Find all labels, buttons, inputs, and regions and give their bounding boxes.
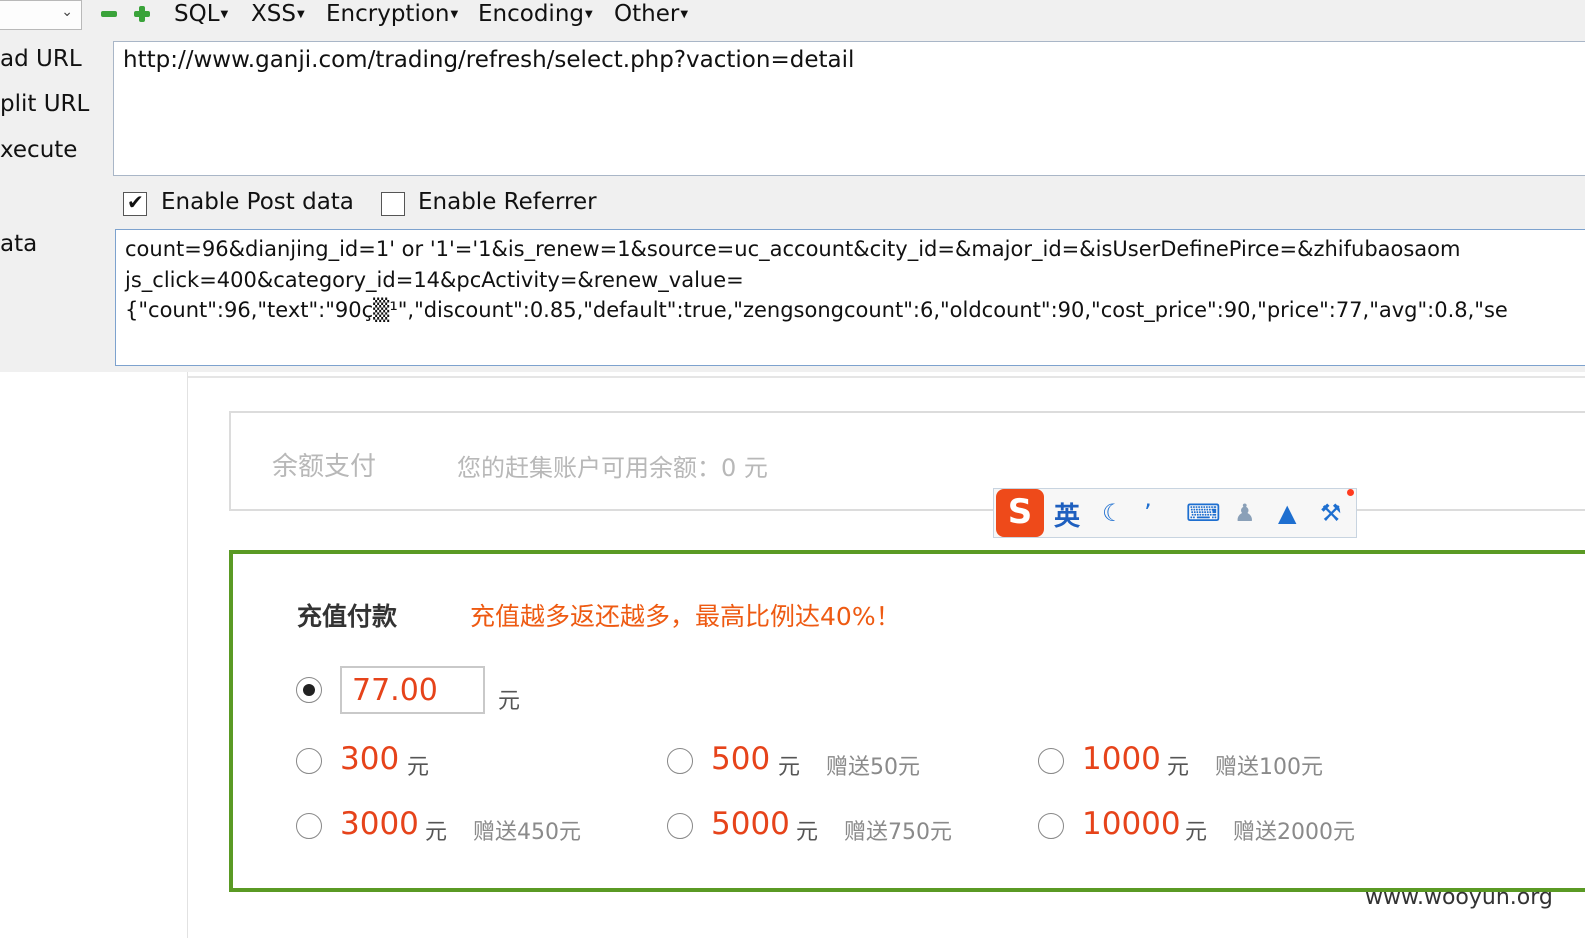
custom-amount-radio[interactable]: [296, 677, 322, 703]
menu-xss-label: XSS: [251, 1, 296, 27]
amount-bonus: 赠送100元: [1215, 755, 1323, 780]
menu-encryption-label: Encryption: [326, 1, 450, 27]
recharge-title: 充值付款: [297, 602, 398, 631]
amount-value: 1000: [1082, 741, 1161, 777]
enable-post-label: Enable Post data: [161, 189, 354, 215]
dropdown-arrow-icon: ▼: [585, 8, 593, 20]
url-value: http://www.ganji.com/trading/refresh/sel…: [123, 47, 855, 73]
menu-encoding-label: Encoding: [478, 1, 584, 27]
sogou-logo-icon: S: [996, 489, 1044, 537]
balance-pay-section[interactable]: [229, 411, 1585, 511]
amount-value: 500: [711, 741, 771, 777]
custom-amount-input[interactable]: 77.00: [340, 666, 485, 714]
menu-encoding[interactable]: Encoding▼: [478, 0, 593, 28]
recharge-promo: 充值越多返还越多，最高比例达40%！: [470, 602, 901, 631]
dropdown-arrow-icon: ▼: [450, 8, 459, 20]
split-url-button[interactable]: plit URL: [0, 91, 89, 117]
post-data-textarea[interactable]: count=96&dianjing_id=1' or '1'='1&is_ren…: [115, 229, 1585, 366]
dropdown-arrow-icon: ▼: [296, 8, 305, 20]
amount-radio-1000[interactable]: [1038, 748, 1064, 774]
post-data-line: count=96&dianjing_id=1' or '1'='1&is_ren…: [125, 237, 1461, 261]
post-data-line: {"count":96,"text":"90ç▒¹","discount":0.…: [125, 298, 1508, 322]
amount-value: 10000: [1082, 806, 1181, 842]
checkmark-icon: ✔: [127, 190, 144, 214]
amount-unit: 元: [407, 755, 430, 780]
amount-bonus: 赠送2000元: [1233, 820, 1355, 845]
amount-value: 300: [340, 741, 400, 777]
execute-button[interactable]: xecute: [0, 137, 77, 163]
amount-radio-3000[interactable]: [296, 813, 322, 839]
decrease-icon[interactable]: [100, 5, 118, 23]
menu-sql-label: SQL: [174, 1, 220, 27]
dropdown-arrow-icon: ▼: [220, 8, 229, 20]
menu-xss[interactable]: XSS▼: [251, 0, 305, 28]
enable-referrer-checkbox[interactable]: [381, 192, 405, 216]
radio-selected-dot: [303, 684, 315, 696]
punctuation-icon[interactable]: ’: [1144, 499, 1152, 527]
dropdown-arrow-icon: ▼: [680, 8, 689, 20]
url-textarea[interactable]: http://www.ganji.com/trading/refresh/sel…: [113, 41, 1585, 176]
amount-unit: 元: [1185, 820, 1208, 845]
amount-bonus: 赠送750元: [844, 820, 952, 845]
amount-value: 3000: [340, 806, 419, 842]
chevron-down-icon: ⌄: [61, 4, 73, 20]
amount-radio-500[interactable]: [667, 748, 693, 774]
amount-radio-10000[interactable]: [1038, 813, 1064, 839]
moon-icon[interactable]: ☾: [1102, 499, 1124, 527]
wrench-icon[interactable]: ⚒: [1320, 499, 1342, 527]
amount-unit: 元: [796, 820, 819, 845]
user-icon[interactable]: ♟: [1234, 499, 1256, 527]
skin-shirt-icon[interactable]: ▲: [1278, 499, 1296, 527]
balance-info: 您的赶集账户可用余额：0 元: [457, 454, 768, 482]
amount-unit: 元: [1167, 755, 1190, 780]
load-url-button[interactable]: ad URL: [0, 46, 82, 72]
amount-unit: 元: [778, 755, 801, 780]
amount-bonus: 赠送450元: [473, 820, 581, 845]
post-data-line: js_click=400&category_id=14&pcActivity=&…: [125, 268, 744, 292]
custom-amount-value: 77.00: [352, 673, 438, 708]
amount-bonus: 赠送50元: [826, 755, 920, 780]
menu-sql[interactable]: SQL▼: [174, 0, 228, 28]
balance-pay-title: 余额支付: [272, 452, 377, 482]
hackbar-panel: ⌄ SQL▼ XSS▼ Encryption▼ Encoding▼ Other▼…: [0, 0, 1585, 373]
menu-encryption[interactable]: Encryption▼: [326, 0, 458, 28]
enable-post-checkbox[interactable]: ✔: [123, 190, 147, 216]
increase-icon[interactable]: [133, 5, 151, 23]
page-left-margin: [0, 372, 188, 938]
watermark: www.wooyun.org: [1365, 885, 1553, 910]
amount-value: 5000: [711, 806, 790, 842]
menu-other-label: Other: [614, 1, 680, 27]
load-url-dropdown[interactable]: ⌄: [0, 0, 82, 30]
keyboard-icon[interactable]: ⌨: [1186, 499, 1221, 527]
menu-other[interactable]: Other▼: [614, 0, 688, 28]
ime-language-toggle[interactable]: 英: [1054, 496, 1080, 533]
custom-amount-unit: 元: [498, 689, 521, 714]
amount-unit: 元: [425, 820, 448, 845]
post-data-label: ata: [0, 231, 38, 257]
notification-dot: [1347, 489, 1354, 496]
amount-radio-5000[interactable]: [667, 813, 693, 839]
ime-toolbar[interactable]: S 英 ☾ ’ ⌨ ♟ ▲ ⚒: [993, 488, 1357, 538]
amount-radio-300[interactable]: [296, 748, 322, 774]
enable-referrer-label: Enable Referrer: [418, 189, 597, 215]
divider: [188, 376, 1585, 378]
